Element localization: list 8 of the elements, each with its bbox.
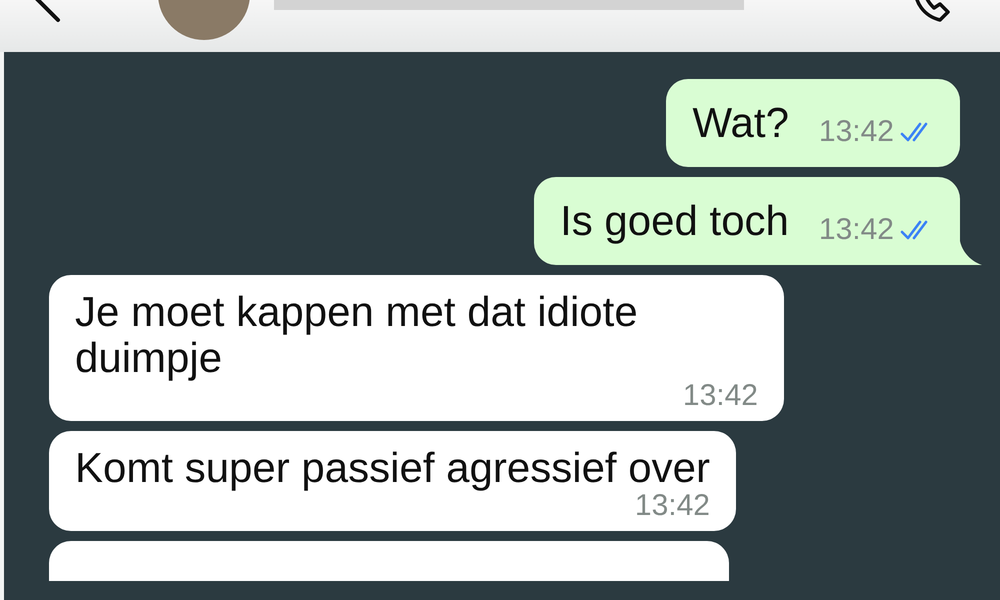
message-text: Komt super passief agressief over	[75, 445, 710, 491]
message-text: Je moet kappen met dat idiote duimpje	[75, 289, 639, 381]
message-time: 13:42	[818, 115, 894, 149]
message-time: 13:42	[682, 379, 758, 413]
message-time: 13:42	[634, 489, 710, 523]
message-time: 13:42	[818, 213, 894, 247]
message-text: Wat?	[692, 98, 789, 148]
message-text: Is goed toch	[560, 196, 789, 246]
